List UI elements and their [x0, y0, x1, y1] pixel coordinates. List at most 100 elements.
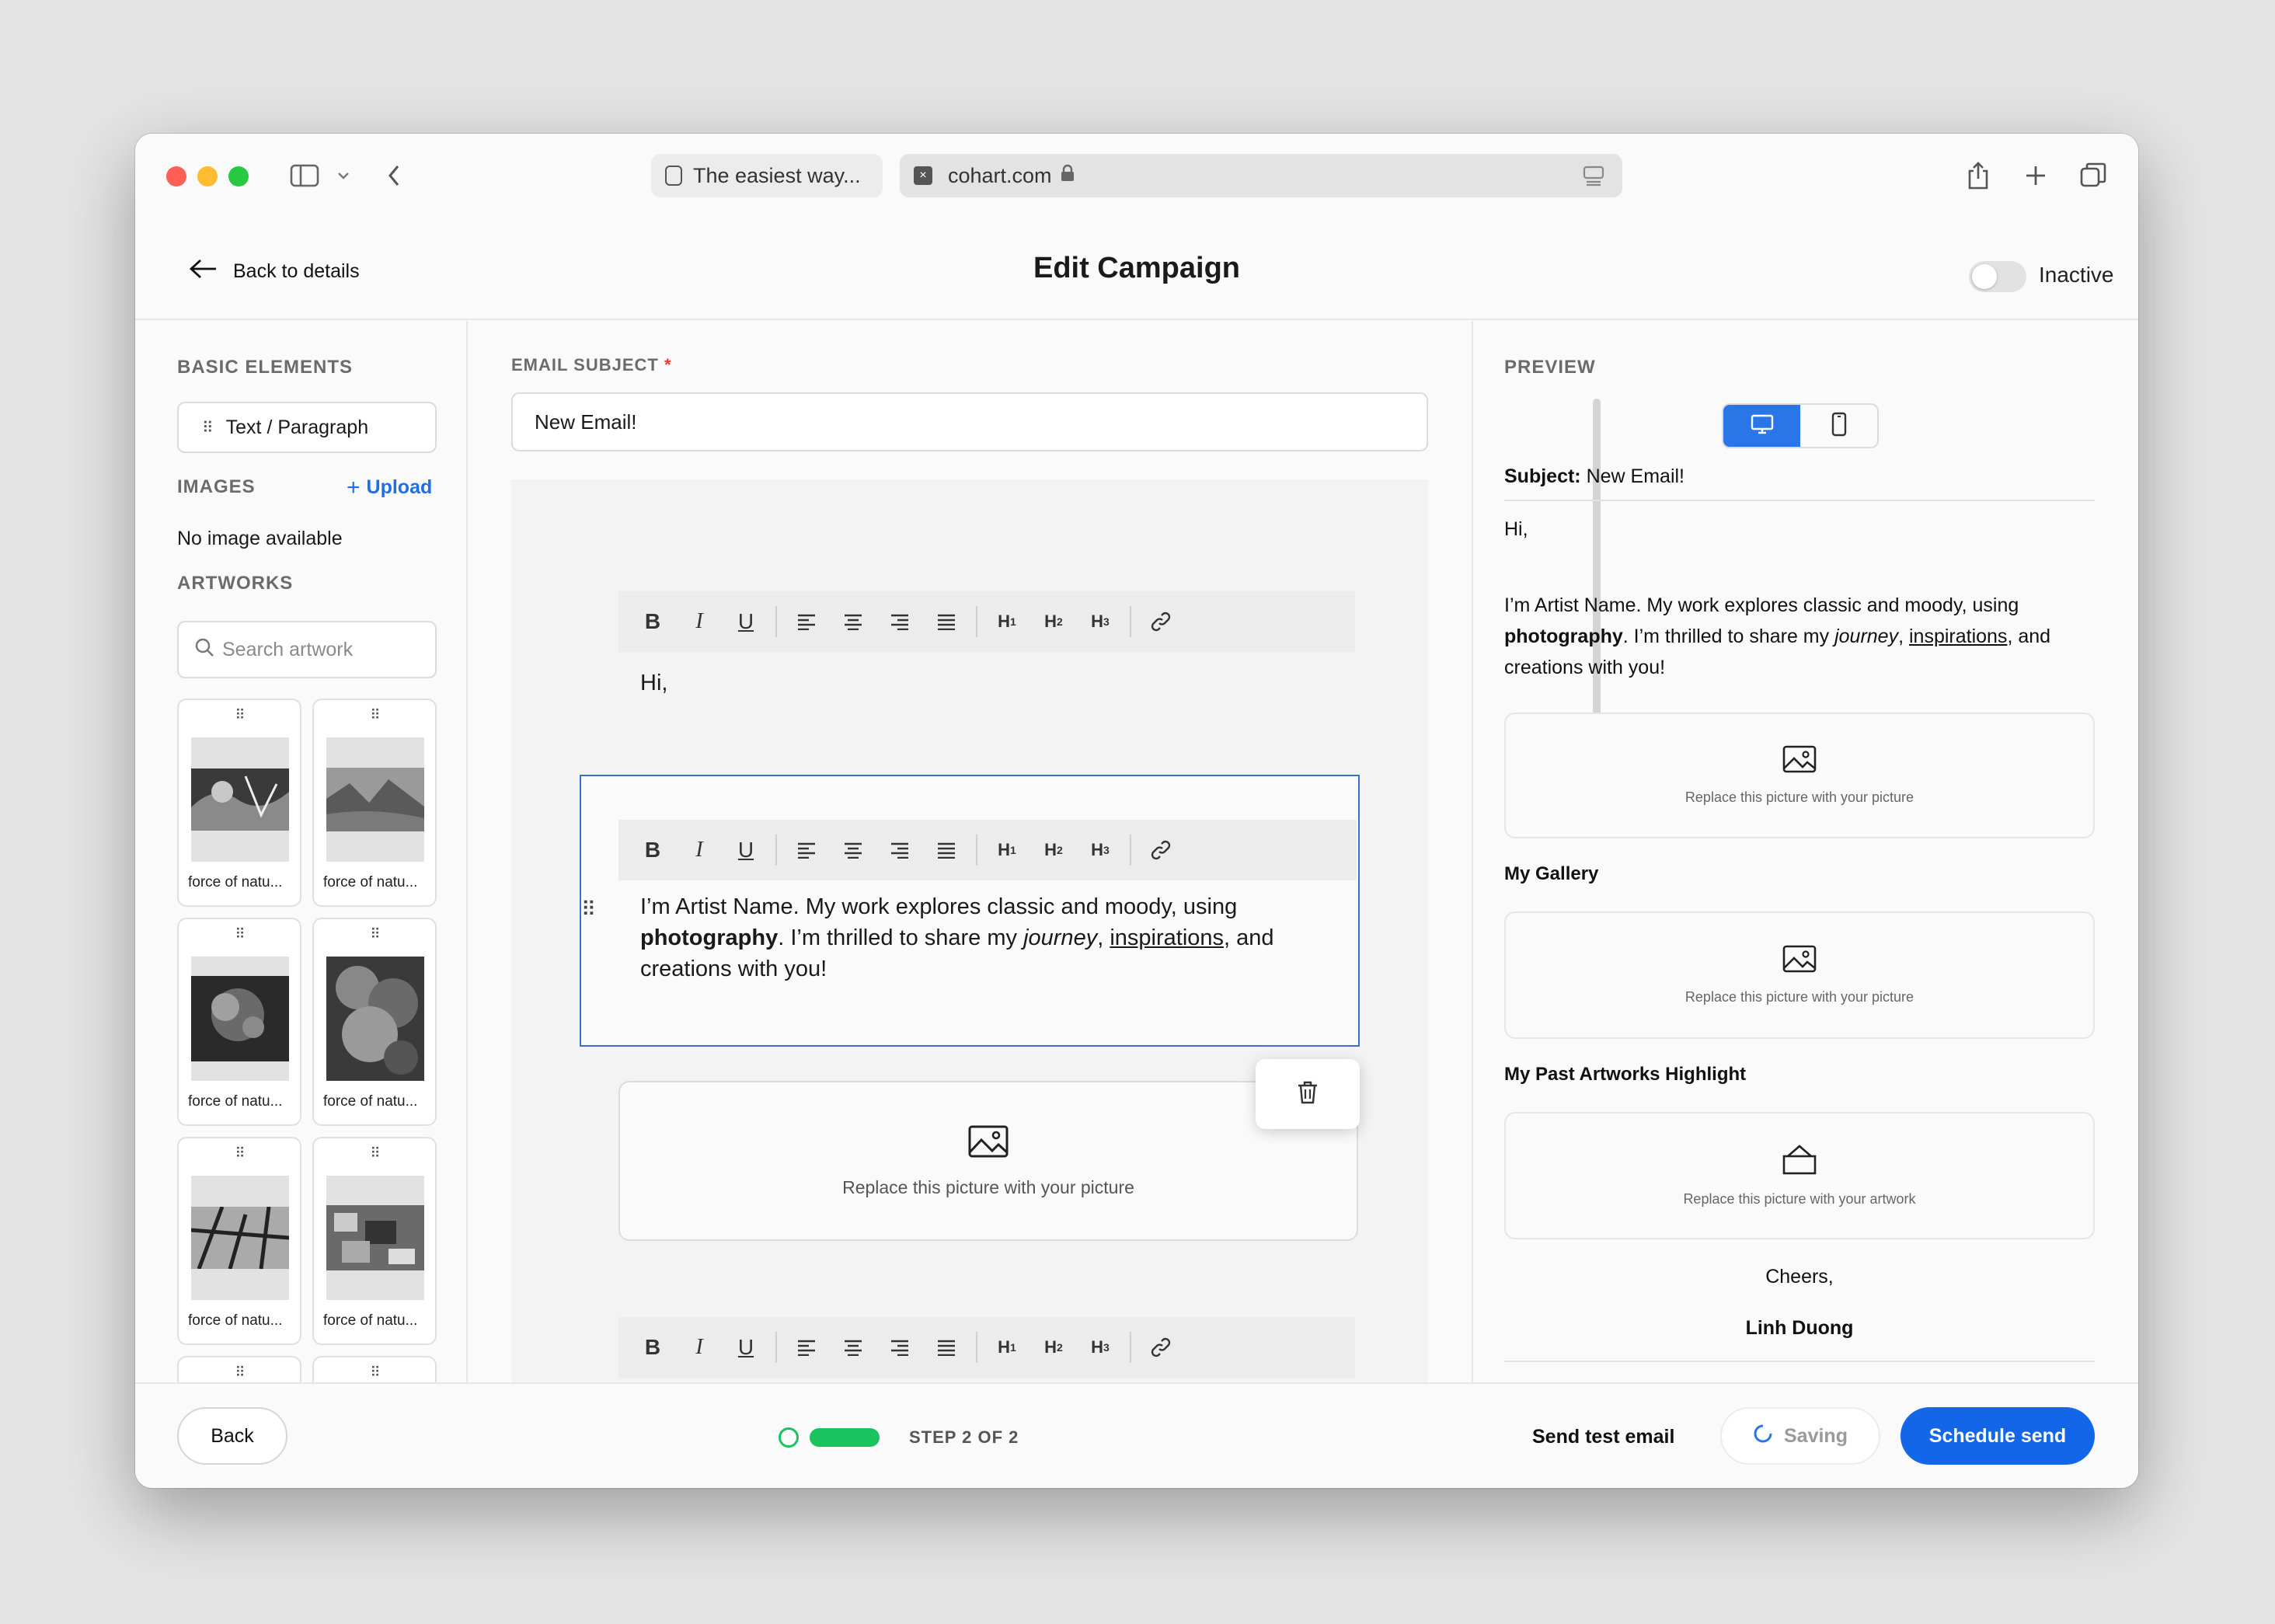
email-subject-input[interactable]: New Email! [511, 392, 1428, 451]
preview-signoff: Cheers, [1765, 1266, 1834, 1288]
preview-signature: Linh Duong [1745, 1317, 1854, 1339]
heading3-icon[interactable]: H3 [1077, 598, 1124, 645]
heading1-icon[interactable]: H1 [984, 598, 1030, 645]
artwork-card[interactable]: ⠿ force of natu... [177, 699, 301, 907]
mobile-icon [1831, 412, 1847, 441]
heading2-icon[interactable]: H2 [1030, 598, 1077, 645]
underline-icon[interactable]: U [723, 598, 769, 645]
align-left-icon[interactable] [783, 827, 830, 873]
back-arrow-icon[interactable] [382, 160, 406, 191]
artwork-caption: force of natu... [323, 1312, 418, 1329]
paragraph-text: , [1097, 925, 1110, 950]
format-toolbar: B I U H1 H2 H3 [618, 1317, 1355, 1378]
artwork-card[interactable]: ⠿ [312, 1356, 437, 1382]
tab-overview-icon[interactable] [2076, 159, 2110, 193]
preview-paragraph: I’m Artist Name. My work explores classi… [1504, 590, 2095, 683]
send-test-email-button[interactable]: Send test email [1532, 1426, 1674, 1448]
preview-image-placeholder-text: Replace this picture with your picture [1684, 789, 1914, 805]
artworks-heading: ARTWORKS [177, 573, 294, 594]
chevron-down-icon[interactable] [334, 166, 353, 185]
artwork-card[interactable]: ⠿ [177, 1356, 301, 1382]
artwork-card[interactable]: ⠿ force of natu... [312, 918, 437, 1126]
align-justify-icon[interactable] [923, 598, 970, 645]
align-right-icon[interactable] [876, 1324, 923, 1371]
greeting-text[interactable]: Hi, [640, 667, 667, 699]
zoom-window-button[interactable] [228, 166, 249, 186]
underline-icon[interactable]: U [723, 1324, 769, 1371]
preview-heading: PREVIEW [1504, 357, 1596, 378]
sidebar-toggle-icon[interactable] [287, 160, 322, 191]
search-artwork-input[interactable]: Search artwork [177, 621, 437, 678]
mobile-preview-button[interactable] [1800, 405, 1877, 447]
image-placeholder-block[interactable]: Replace this picture with your picture [618, 1081, 1358, 1241]
intro-paragraph[interactable]: I’m Artist Name. My work explores classi… [640, 891, 1340, 985]
text-paragraph-element[interactable]: ⠿ Text / Paragraph [177, 402, 437, 453]
upload-button[interactable]: + Upload [347, 475, 432, 500]
heading2-icon[interactable]: H2 [1030, 1324, 1077, 1371]
address-bar[interactable]: × cohart.com [900, 154, 1622, 197]
share-icon[interactable] [1961, 157, 1995, 194]
drag-handle-icon: ⠿ [235, 1364, 245, 1380]
back-button[interactable]: Back [177, 1407, 287, 1465]
delete-block-button[interactable] [1256, 1059, 1360, 1129]
link-icon[interactable] [1138, 827, 1184, 873]
align-left-icon[interactable] [783, 1324, 830, 1371]
artwork-card[interactable]: ⠿ force of natu... [177, 1137, 301, 1345]
reader-icon[interactable] [1582, 165, 1605, 192]
heading2-icon[interactable]: H2 [1030, 827, 1077, 873]
heading3-icon[interactable]: H3 [1077, 827, 1124, 873]
preview-paragraph-text: , and [2007, 626, 2051, 647]
link-icon[interactable] [1138, 1324, 1184, 1371]
plus-icon: + [347, 475, 361, 500]
artwork-caption: force of natu... [188, 1093, 283, 1110]
spinner-icon [1753, 1424, 1773, 1449]
drag-handle-icon: ⠿ [235, 707, 245, 723]
block-drag-handle-icon[interactable]: ⠿ [581, 897, 596, 922]
artwork-card[interactable]: ⠿ force of natu... [177, 918, 301, 1126]
heading3-icon[interactable]: H3 [1077, 1324, 1124, 1371]
email-subject-label-text: EMAIL SUBJECT [511, 355, 659, 375]
align-center-icon[interactable] [830, 827, 876, 873]
align-left-icon[interactable] [783, 598, 830, 645]
align-right-icon[interactable] [876, 598, 923, 645]
artwork-card[interactable]: ⠿ force of natu... [312, 1137, 437, 1345]
italic-icon[interactable]: I [676, 827, 723, 873]
bold-icon[interactable]: B [629, 1324, 676, 1371]
align-center-icon[interactable] [830, 598, 876, 645]
align-right-icon[interactable] [876, 827, 923, 873]
selected-text-block[interactable]: B I U H1 H2 H3 ⠿ I’m Artist Name. My wor… [580, 775, 1360, 1047]
italic-icon[interactable]: I [676, 598, 723, 645]
image-icon [967, 1124, 1009, 1163]
minimize-window-button[interactable] [197, 166, 218, 186]
browser-tab-1[interactable]: The easiest way... [651, 154, 883, 197]
saving-button[interactable]: Saving [1720, 1407, 1880, 1465]
image-icon [1782, 945, 1817, 977]
italic-icon[interactable]: I [676, 1324, 723, 1371]
close-window-button[interactable] [166, 166, 186, 186]
bold-icon[interactable]: B [629, 827, 676, 873]
artwork-thumbnail [191, 1176, 289, 1300]
bold-icon[interactable]: B [629, 598, 676, 645]
preview-paragraph-text: creations with you! [1504, 657, 1666, 678]
active-toggle[interactable] [1969, 261, 2026, 292]
schedule-send-button[interactable]: Schedule send [1900, 1407, 2095, 1465]
align-center-icon[interactable] [830, 1324, 876, 1371]
preview-paragraph-text: I’m Artist Name. My work explores classi… [1504, 594, 2019, 616]
desktop-preview-button[interactable] [1723, 405, 1800, 447]
format-toolbar: B I U H1 H2 H3 [618, 591, 1355, 652]
images-heading: IMAGES [177, 476, 256, 497]
image-icon [1782, 745, 1817, 777]
artwork-card[interactable]: ⠿ force of natu... [312, 699, 437, 907]
wizard-footer: Back STEP 2 OF 2 Send test email Saving … [135, 1382, 2138, 1488]
preview-divider [1504, 1361, 2095, 1362]
link-icon[interactable] [1138, 598, 1184, 645]
new-tab-icon[interactable] [2019, 159, 2053, 193]
paragraph-text: creations with you! [640, 957, 827, 981]
favicon-icon [665, 166, 682, 186]
align-justify-icon[interactable] [923, 827, 970, 873]
underline-icon[interactable]: U [723, 827, 769, 873]
heading1-icon[interactable]: H1 [984, 827, 1030, 873]
browser-window: The easiest way... × cohart.com Back to … [135, 134, 2138, 1488]
heading1-icon[interactable]: H1 [984, 1324, 1030, 1371]
align-justify-icon[interactable] [923, 1324, 970, 1371]
